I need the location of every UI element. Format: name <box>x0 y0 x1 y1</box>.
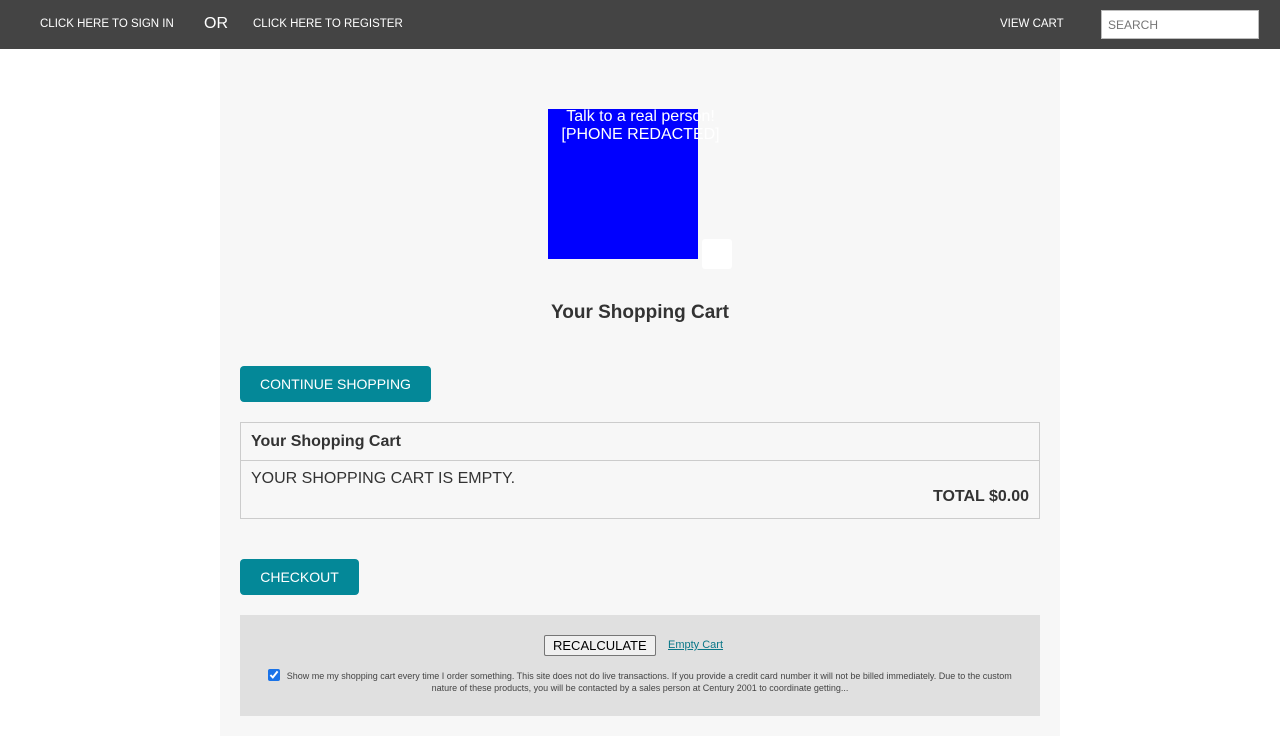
continue-shopping-button[interactable]: CONTINUE SHOPPING <box>240 366 431 402</box>
main-content: Talk to a real person! [PHONE REDACTED] … <box>220 49 1060 736</box>
promo-text: Talk to a real person! [PHONE REDACTED] <box>548 108 733 144</box>
search-input[interactable] <box>1101 10 1259 39</box>
cart-table-body: YOUR SHOPPING CART IS EMPTY. TOTAL $0.00 <box>241 461 1039 518</box>
show-cart-checkbox[interactable] <box>268 669 281 681</box>
recalculate-button[interactable]: RECALCULATE <box>544 635 656 656</box>
sign-in-link[interactable]: CLICK HERE TO SIGN IN <box>40 18 174 30</box>
checkout-button[interactable]: CHECKOUT <box>240 559 359 595</box>
or-separator: OR <box>204 15 228 32</box>
cart-table: Your Shopping Cart YOUR SHOPPING CART IS… <box>240 422 1040 519</box>
cart-table-header: Your Shopping Cart <box>241 423 1039 461</box>
show-cart-option: Show me my shopping cart every time I or… <box>260 669 1020 694</box>
page-title: Your Shopping Cart <box>550 302 730 323</box>
cart-total: TOTAL $0.00 <box>932 488 1029 505</box>
cart-options-panel: RECALCULATE Empty Cart Show me my shoppi… <box>240 615 1040 716</box>
register-link[interactable]: CLICK HERE TO REGISTER <box>253 18 403 30</box>
promo-line-2: [PHONE REDACTED] <box>561 126 720 143</box>
promo-image-placeholder <box>702 239 732 269</box>
top-navigation-bar: CLICK HERE TO SIGN IN OR CLICK HERE TO R… <box>0 0 1280 49</box>
empty-cart-message: YOUR SHOPPING CART IS EMPTY. <box>251 470 516 487</box>
promo-line-1: Talk to a real person! <box>566 108 715 125</box>
empty-cart-link[interactable]: Empty Cart <box>668 639 723 651</box>
view-cart-link[interactable]: VIEW CART <box>1000 18 1064 30</box>
show-cart-option-text: Show me my shopping cart every time I or… <box>286 671 1012 693</box>
